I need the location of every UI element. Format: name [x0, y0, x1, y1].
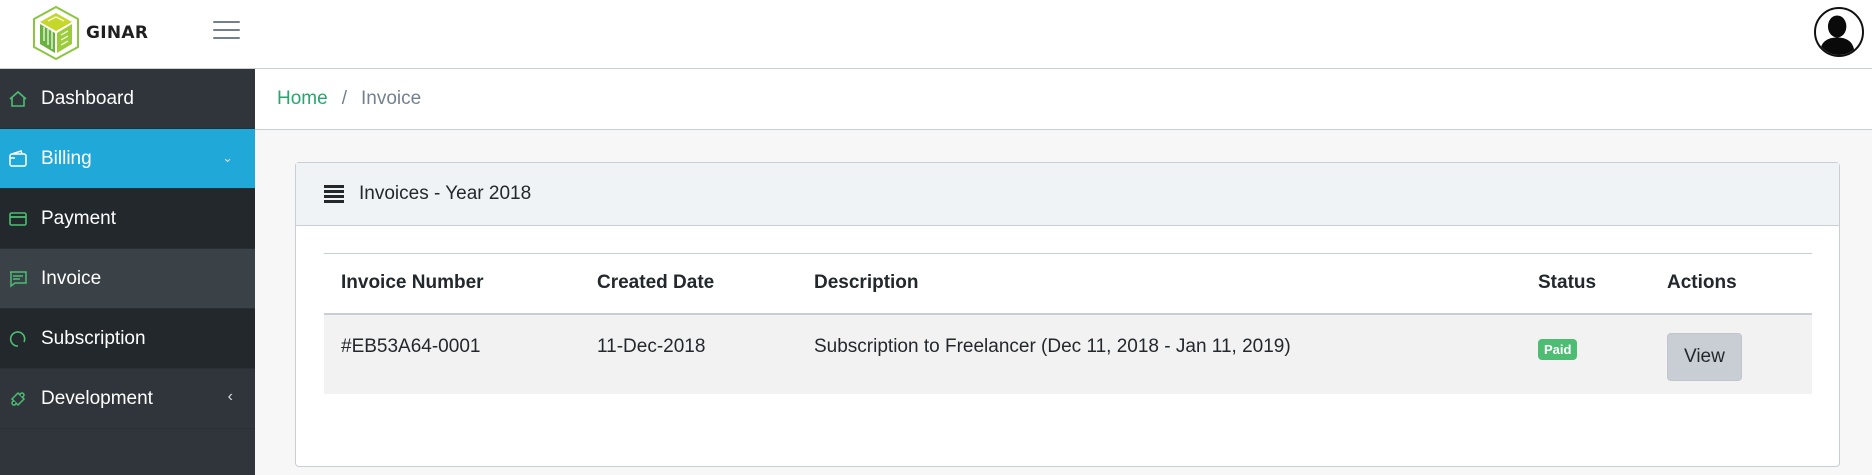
- card-header: Invoices - Year 2018: [296, 163, 1839, 226]
- brand-name: GINAR: [86, 23, 149, 43]
- chevron-down-icon: ⌄: [222, 150, 233, 165]
- description-cell: Subscription to Freelancer (Dec 11, 2018…: [797, 313, 1521, 394]
- sidebar-item-label: Dashboard: [41, 87, 134, 109]
- invoice-number-cell: #EB53A64-0001: [324, 313, 580, 394]
- sidebar-item-billing[interactable]: Billing ⌄: [0, 129, 255, 189]
- sidebar-item-label: Payment: [41, 207, 116, 229]
- brand-logo[interactable]: GINAR: [30, 4, 148, 62]
- sidebar: Dashboard Billing ⌄ Payment Invoice Subs…: [0, 69, 255, 475]
- hamburger-icon: [213, 21, 240, 23]
- column-header: Created Date: [580, 253, 797, 315]
- actions-cell: View: [1650, 313, 1812, 394]
- invoices-table: Invoice Number Created Date Description …: [324, 253, 1812, 394]
- card-title: Invoices - Year 2018: [359, 183, 532, 204]
- sidebar-item-invoice[interactable]: Invoice: [0, 249, 255, 309]
- breadcrumb-home-link[interactable]: Home: [277, 88, 328, 110]
- credit-card-icon: [8, 209, 28, 229]
- logo-cube-icon: [33, 5, 79, 61]
- message-icon: [8, 269, 28, 289]
- sidebar-item-development[interactable]: Development ‹: [0, 369, 255, 429]
- table-header-row: Invoice Number Created Date Description …: [324, 253, 1812, 315]
- menu-toggle-button[interactable]: [213, 17, 243, 43]
- top-header: GINAR: [0, 0, 1872, 69]
- home-icon: [8, 89, 28, 109]
- sidebar-item-payment[interactable]: Payment: [0, 189, 255, 249]
- column-header: Actions: [1650, 253, 1812, 315]
- sidebar-item-label: Billing: [41, 147, 92, 169]
- column-header: Status: [1521, 253, 1650, 315]
- status-badge: Paid: [1538, 338, 1578, 360]
- sidebar-item-label: Subscription: [41, 327, 146, 349]
- user-silhouette-icon: [1819, 15, 1855, 55]
- column-header: Invoice Number: [324, 253, 580, 315]
- sidebar-item-label: Invoice: [41, 267, 102, 289]
- puzzle-icon: [8, 389, 28, 409]
- invoices-card: Invoices - Year 2018 Invoice Number Crea…: [295, 162, 1840, 467]
- chevron-left-icon: ‹: [227, 388, 233, 405]
- table-row: #EB53A64-0001 11-Dec-2018 Subscription t…: [324, 313, 1812, 394]
- breadcrumb-separator: /: [341, 88, 347, 109]
- list-icon: [324, 183, 344, 206]
- circle-icon: [8, 329, 28, 349]
- sidebar-item-dashboard[interactable]: Dashboard: [0, 69, 255, 129]
- sidebar-item-label: Development: [41, 387, 153, 409]
- breadcrumb: Home / Invoice: [255, 69, 1872, 130]
- view-button[interactable]: View: [1667, 332, 1742, 381]
- wallet-icon: [8, 149, 28, 169]
- sidebar-item-subscription[interactable]: Subscription: [0, 309, 255, 369]
- breadcrumb-current: Invoice: [360, 88, 422, 109]
- column-header: Description: [797, 253, 1521, 315]
- user-avatar[interactable]: [1814, 7, 1864, 57]
- status-cell: Paid: [1521, 313, 1650, 394]
- created-date-cell: 11-Dec-2018: [580, 313, 797, 394]
